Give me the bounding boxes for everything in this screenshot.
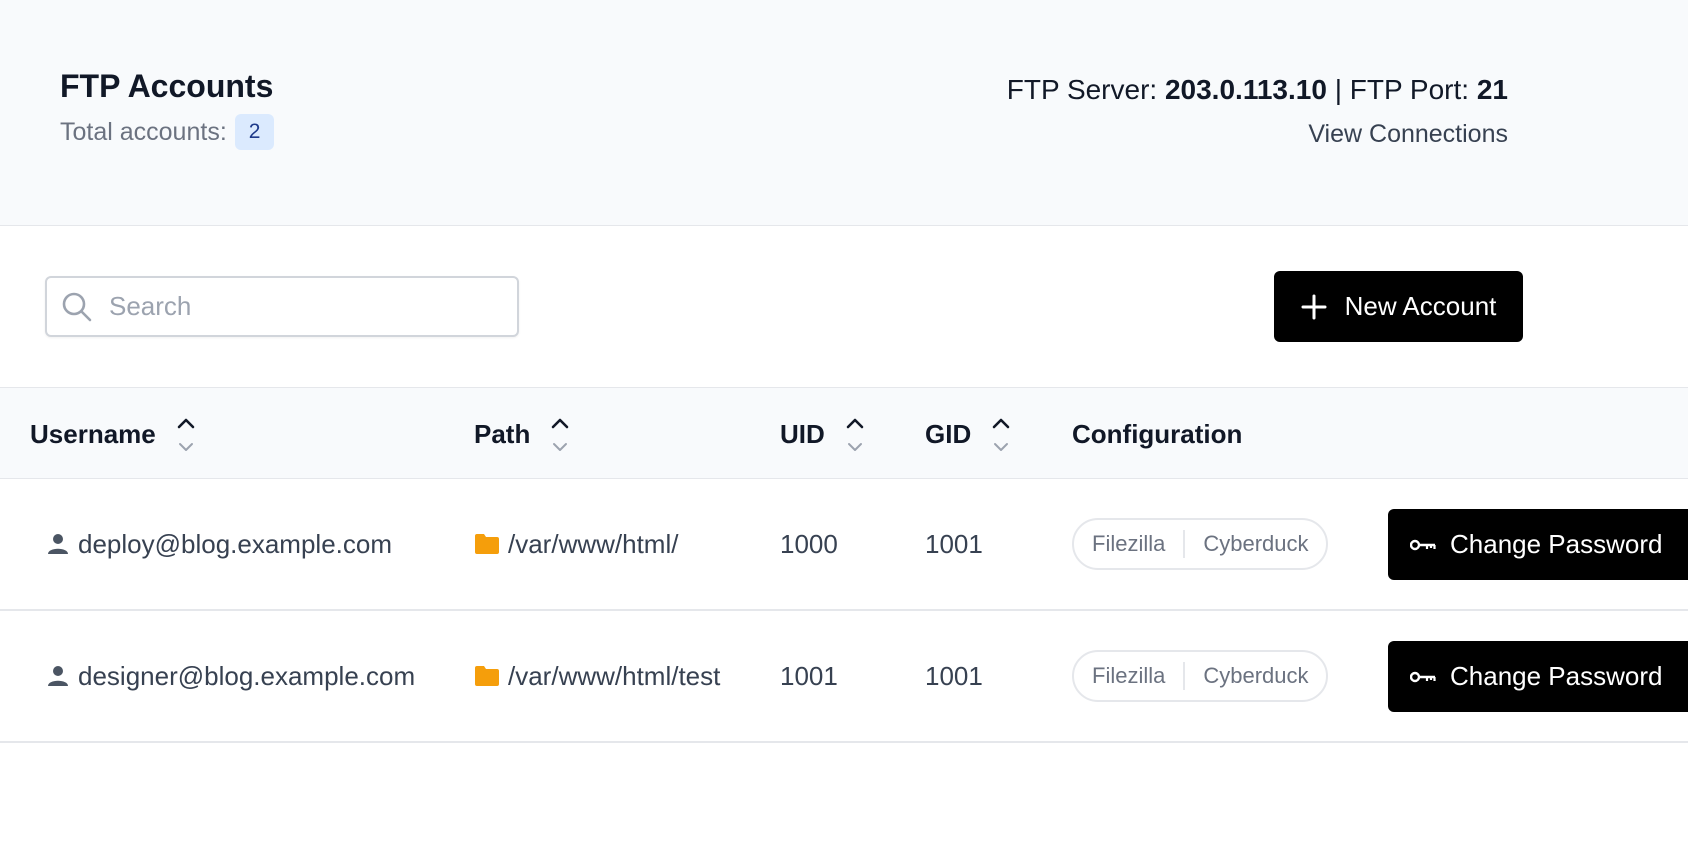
path-cell: /var/www/html/ xyxy=(474,479,678,609)
column-gid[interactable]: GID xyxy=(925,388,1011,480)
column-username[interactable]: Username xyxy=(30,388,196,480)
server-separator: | xyxy=(1334,74,1342,105)
total-accounts-label: Total accounts: xyxy=(60,117,227,146)
change-password-button[interactable]: Change Password xyxy=(1388,641,1688,712)
port-label: FTP Port: xyxy=(1349,74,1470,105)
server-info: FTP Server: 203.0.113.10 | FTP Port: 21 xyxy=(1007,74,1508,106)
column-configuration-label: Configuration xyxy=(1072,418,1243,449)
new-account-button[interactable]: New Account xyxy=(1274,271,1523,342)
change-password-label: Change Password xyxy=(1450,529,1663,559)
key-icon xyxy=(1410,671,1436,682)
username-cell: deploy@blog.example.com xyxy=(46,479,392,609)
sort-icon[interactable] xyxy=(176,413,196,457)
search-input[interactable] xyxy=(107,290,487,323)
column-gid-label: GID xyxy=(925,418,972,449)
uid-cell: 1000 xyxy=(780,528,838,559)
column-path-label: Path xyxy=(474,418,531,449)
port-value: 21 xyxy=(1476,74,1508,105)
path-text: /var/www/html/test xyxy=(508,660,721,691)
total-accounts: Total accounts: 2 xyxy=(60,114,275,150)
path-text: /var/www/html/ xyxy=(508,528,679,559)
page-title: FTP Accounts xyxy=(60,68,274,104)
column-username-label: Username xyxy=(30,418,156,449)
server-label: FTP Server: xyxy=(1006,74,1158,105)
search-icon xyxy=(62,292,92,321)
key-icon xyxy=(1410,539,1436,550)
gid-cell: 1001 xyxy=(925,528,983,559)
filezilla-config-button[interactable]: Filezilla xyxy=(1092,663,1165,689)
user-icon xyxy=(48,666,68,686)
column-uid[interactable]: UID xyxy=(780,388,865,480)
configuration-group: Filezilla Cyberduck xyxy=(1072,650,1328,702)
server-value: 203.0.113.10 xyxy=(1164,74,1327,105)
gid-cell: 1001 xyxy=(925,660,983,691)
sort-icon[interactable] xyxy=(991,413,1011,457)
folder-icon xyxy=(475,534,499,554)
cyberduck-config-button[interactable]: Cyberduck xyxy=(1203,531,1308,557)
table-row: deploy@blog.example.com /var/www/html/ 1… xyxy=(0,479,1688,611)
table-header: Username Path UID GID Configuration xyxy=(0,387,1688,479)
sort-icon[interactable] xyxy=(550,413,570,457)
user-icon xyxy=(48,534,68,554)
configuration-group: Filezilla Cyberduck xyxy=(1072,518,1328,570)
sort-icon[interactable] xyxy=(845,413,865,457)
view-connections-link[interactable]: View Connections xyxy=(1308,120,1508,149)
new-account-label: New Account xyxy=(1344,291,1497,321)
plus-icon xyxy=(1301,294,1327,319)
page-header: FTP Accounts Total accounts: 2 FTP Serve… xyxy=(0,0,1688,226)
username-text: deploy@blog.example.com xyxy=(78,528,393,559)
change-password-label: Change Password xyxy=(1450,661,1663,691)
change-password-button[interactable]: Change Password xyxy=(1388,509,1688,580)
config-divider xyxy=(1183,662,1186,690)
cyberduck-config-button[interactable]: Cyberduck xyxy=(1203,663,1308,689)
total-accounts-badge: 2 xyxy=(234,114,275,150)
username-text: designer@blog.example.com xyxy=(78,660,416,691)
search-box[interactable] xyxy=(45,276,519,337)
uid-cell: 1001 xyxy=(780,660,838,691)
ftp-accounts-page: FTP Accounts Total accounts: 2 FTP Serve… xyxy=(0,0,1688,864)
username-cell: designer@blog.example.com xyxy=(46,611,415,741)
folder-icon xyxy=(475,666,499,686)
path-cell: /var/www/html/test xyxy=(474,611,720,741)
filezilla-config-button[interactable]: Filezilla xyxy=(1092,531,1165,557)
column-uid-label: UID xyxy=(780,418,825,449)
column-path[interactable]: Path xyxy=(474,388,570,480)
column-configuration: Configuration xyxy=(1072,388,1242,480)
config-divider xyxy=(1183,530,1186,558)
table-row: designer@blog.example.com /var/www/html/… xyxy=(0,611,1688,743)
